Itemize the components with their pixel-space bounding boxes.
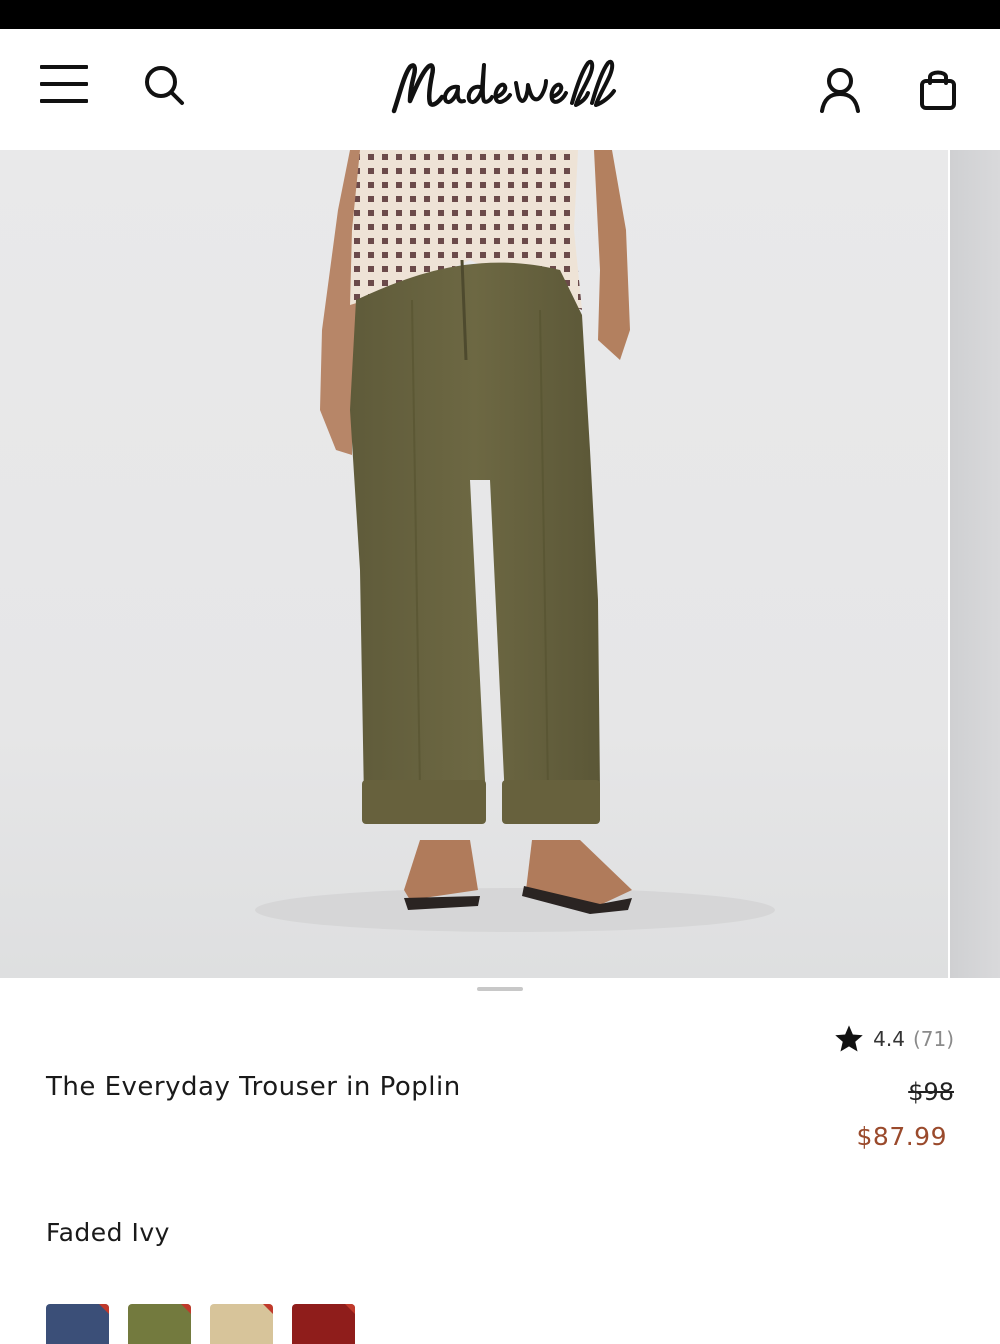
product-rating[interactable]: 4.4 (71): [833, 1022, 954, 1056]
color-swatch-khaki[interactable]: [210, 1304, 273, 1344]
product-image: [255, 150, 775, 932]
product-title: The Everyday Trouser in Poplin: [46, 1072, 461, 1102]
color-swatch-olive[interactable]: [128, 1304, 191, 1344]
rating-score: 4.4: [873, 1027, 905, 1051]
brand-logo[interactable]: [380, 53, 620, 123]
search-icon[interactable]: [142, 63, 186, 107]
sale-corner-indicator: [263, 1304, 273, 1314]
color-swatch-navy[interactable]: [46, 1304, 109, 1344]
bag-icon[interactable]: [918, 67, 958, 111]
menu-icon[interactable]: [38, 63, 90, 105]
sale-corner-indicator: [345, 1304, 355, 1314]
review-count[interactable]: (71): [913, 1027, 954, 1051]
account-icon[interactable]: [818, 67, 862, 113]
sale-corner-indicator: [99, 1304, 109, 1314]
site-header: [0, 29, 1000, 150]
sale-corner-indicator: [181, 1304, 191, 1314]
status-bar: [0, 0, 1000, 29]
original-price: $98: [908, 1078, 954, 1106]
color-swatch-red[interactable]: [292, 1304, 355, 1344]
carousel-indicator[interactable]: [477, 987, 523, 991]
product-image-carousel[interactable]: [0, 150, 1000, 978]
sale-price: $87.99: [856, 1122, 947, 1151]
next-image-peek[interactable]: [948, 150, 1000, 978]
star-icon: [835, 1025, 863, 1052]
selected-color-label: Faded Ivy: [46, 1218, 170, 1247]
color-swatches: [46, 1304, 355, 1344]
